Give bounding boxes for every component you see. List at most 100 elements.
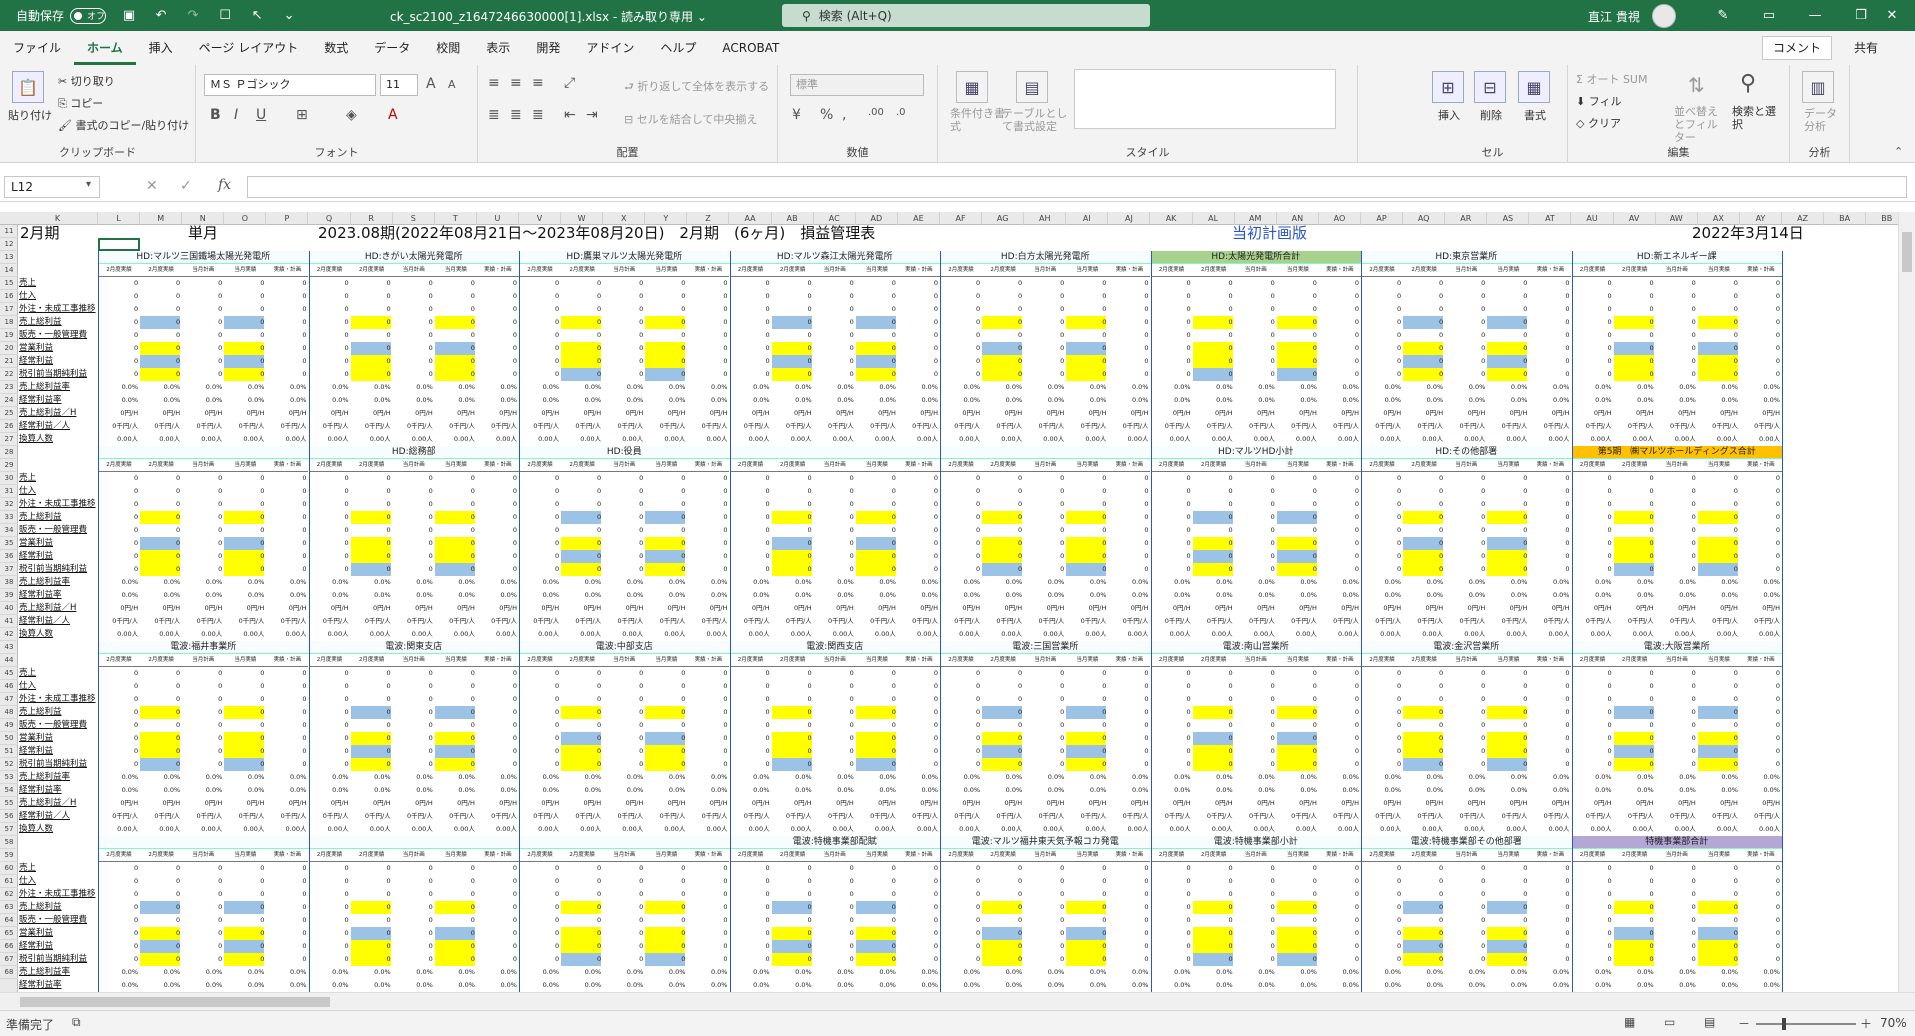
value-cell[interactable]: 0.0% — [435, 589, 475, 602]
value-cell[interactable]: 0 — [98, 277, 138, 290]
row-header[interactable]: 62 — [0, 888, 18, 901]
value-cell[interactable]: 0 — [1445, 862, 1485, 875]
value-cell[interactable]: 0.0% — [519, 979, 560, 992]
value-cell[interactable]: 0 — [1192, 342, 1233, 355]
value-cell[interactable]: 0 — [1572, 498, 1611, 511]
value-cell[interactable]: 0.00人 — [603, 628, 643, 641]
value-cell[interactable]: 0円/H — [687, 602, 728, 615]
value-cell[interactable]: 0 — [98, 511, 138, 524]
value-cell[interactable]: 0 — [771, 732, 812, 745]
value-cell[interactable]: 0.0% — [1235, 576, 1275, 589]
value-cell[interactable]: 0 — [1697, 953, 1738, 966]
value-cell[interactable]: 0 — [940, 693, 980, 706]
value-cell[interactable]: 0 — [98, 329, 138, 342]
value-cell[interactable]: 0 — [434, 511, 475, 524]
value-cell[interactable]: 0 — [309, 537, 348, 550]
value-cell[interactable]: 0 — [309, 862, 348, 875]
value-cell[interactable]: 0 — [603, 498, 643, 511]
value-cell[interactable]: 0 — [140, 875, 180, 888]
value-cell[interactable]: 0.00人 — [435, 823, 475, 836]
value-cell[interactable]: 0.0% — [645, 576, 686, 589]
value-cell[interactable]: 0 — [730, 342, 769, 355]
value-cell[interactable]: 0 — [266, 537, 306, 550]
value-cell[interactable]: 0 — [814, 719, 854, 732]
value-cell[interactable]: 0.00人 — [856, 433, 896, 446]
value-cell[interactable]: 0 — [435, 524, 475, 537]
value-cell[interactable]: 0千円/人 — [224, 420, 265, 433]
value-cell[interactable]: 0.0% — [140, 394, 181, 407]
value-cell[interactable]: 0千円/人 — [477, 420, 517, 433]
value-cell[interactable]: 0 — [1656, 485, 1696, 498]
value-cell[interactable]: 0 — [687, 290, 727, 303]
value-cell[interactable]: 0.0% — [730, 589, 770, 602]
value-cell[interactable]: 0 — [814, 316, 854, 329]
value-cell[interactable]: 0 — [140, 498, 180, 511]
value-cell[interactable]: 0 — [1656, 329, 1696, 342]
value-cell[interactable]: 0.0% — [940, 589, 981, 602]
value-cell[interactable]: 0 — [1277, 875, 1317, 888]
value-cell[interactable]: 0 — [856, 862, 896, 875]
value-cell[interactable]: 0.0% — [1614, 589, 1654, 602]
value-cell[interactable]: 0 — [266, 693, 306, 706]
value-cell[interactable]: 0 — [393, 901, 433, 914]
value-cell[interactable]: 0 — [1529, 758, 1569, 771]
value-cell[interactable]: 0 — [814, 693, 854, 706]
value-cell[interactable]: 0 — [1529, 342, 1569, 355]
value-cell[interactable]: 0 — [266, 316, 306, 329]
value-cell[interactable]: 0 — [1066, 667, 1106, 680]
value-cell[interactable]: 0.0% — [814, 576, 854, 589]
value-cell[interactable]: 0 — [477, 693, 517, 706]
value-cell[interactable]: 0 — [477, 329, 517, 342]
value-cell[interactable]: 0.00人 — [1529, 823, 1570, 836]
column-header[interactable]: L — [98, 212, 141, 225]
value-cell[interactable]: 0.00人 — [1277, 628, 1317, 641]
value-cell[interactable]: 0 — [1613, 927, 1654, 940]
value-cell[interactable]: 0円/H — [266, 797, 307, 810]
value-cell[interactable]: 0 — [1614, 303, 1654, 316]
value-cell[interactable]: 0千円/人 — [1108, 420, 1149, 433]
value-cell[interactable]: 0 — [140, 693, 180, 706]
value-cell[interactable]: 0千円/人 — [730, 420, 770, 433]
value-cell[interactable]: 0 — [435, 485, 475, 498]
value-cell[interactable]: 0千円/人 — [814, 420, 854, 433]
value-cell[interactable]: 0円/H — [1319, 602, 1359, 615]
value-cell[interactable]: 0.00人 — [140, 823, 180, 836]
value-cell[interactable]: 0円/H — [1277, 797, 1317, 810]
value-cell[interactable]: 0 — [898, 563, 938, 576]
value-cell[interactable]: 0.0% — [1614, 771, 1654, 784]
value-cell[interactable]: 0円/H — [1277, 602, 1317, 615]
value-cell[interactable]: 0.00人 — [814, 628, 854, 641]
value-cell[interactable]: 0.0% — [435, 979, 475, 992]
value-cell[interactable]: 0.0% — [182, 771, 223, 784]
value-cell[interactable]: 0 — [350, 732, 391, 745]
value-cell[interactable]: 0 — [1740, 888, 1780, 901]
value-cell[interactable]: 0 — [1572, 316, 1611, 329]
value-cell[interactable]: 0 — [393, 693, 433, 706]
value-cell[interactable]: 0 — [266, 927, 306, 940]
value-cell[interactable]: 0円/H — [1361, 797, 1401, 810]
value-cell[interactable]: 0 — [309, 563, 348, 576]
value-cell[interactable]: 0.0% — [1108, 394, 1149, 407]
value-cell[interactable]: 0 — [351, 290, 391, 303]
value-cell[interactable]: 0 — [1361, 550, 1401, 563]
value-cell[interactable]: 0 — [350, 953, 391, 966]
value-cell[interactable]: 0 — [1277, 290, 1317, 303]
value-cell[interactable]: 0 — [182, 550, 222, 563]
value-cell[interactable]: 0.0% — [1529, 394, 1570, 407]
value-cell[interactable]: 0.0% — [1487, 381, 1528, 394]
value-cell[interactable]: 0.00人 — [140, 433, 180, 446]
value-cell[interactable]: 0.0% — [898, 576, 938, 589]
value-cell[interactable]: 0 — [940, 290, 980, 303]
value-cell[interactable]: 0.0% — [1529, 784, 1570, 797]
value-cell[interactable]: 0.0% — [1277, 979, 1317, 992]
value-cell[interactable]: 0.0% — [98, 589, 139, 602]
value-cell[interactable]: 0 — [393, 563, 433, 576]
value-cell[interactable]: 0 — [898, 927, 938, 940]
value-cell[interactable]: 0 — [687, 563, 727, 576]
value-cell[interactable]: 0 — [1192, 706, 1233, 719]
value-cell[interactable]: 0 — [1319, 498, 1359, 511]
value-cell[interactable]: 0千円/人 — [435, 615, 475, 628]
value-cell[interactable]: 0 — [687, 914, 727, 927]
value-cell[interactable]: 0.0% — [1235, 979, 1275, 992]
value-cell[interactable]: 0 — [1529, 914, 1569, 927]
